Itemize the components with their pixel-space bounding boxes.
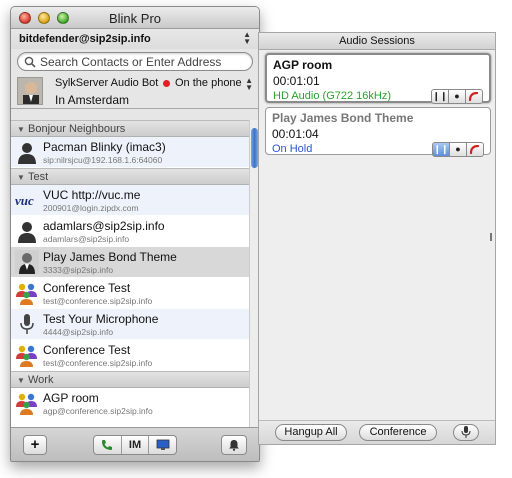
start-chat-button[interactable]: IM: [122, 436, 150, 454]
window-title: Blink Pro: [108, 11, 162, 26]
hangup-button[interactable]: [466, 142, 484, 157]
contact-row[interactable]: Pacman Blinky (imac3) sip:nilrsjcu@192.1…: [11, 137, 259, 168]
audio-sessions-toolbar: Hangup All Conference: [259, 420, 495, 444]
presence-status-select[interactable]: On the phone: [175, 77, 242, 89]
session-controls: ❙❙ ●: [432, 142, 484, 157]
mute-button[interactable]: [453, 424, 479, 441]
resize-grip-icon[interactable]: [490, 233, 492, 241]
conference-people-icon: [16, 345, 37, 367]
contact-name: Conference Test: [43, 281, 131, 295]
contact-list: ▼ Bonjour Neighbours Pacman Blinky (imac…: [11, 120, 259, 429]
status-dot-icon: [163, 80, 170, 87]
session-name: AGP room: [273, 58, 333, 72]
contact-name: Conference Test: [43, 343, 131, 357]
scroll-thumb[interactable]: [251, 128, 258, 168]
group-label: Test: [28, 171, 49, 183]
microphone-icon: [20, 314, 34, 334]
record-button[interactable]: ●: [449, 142, 467, 157]
phone-icon: [102, 440, 113, 450]
contact-address: test@conference.sip2sip.info: [43, 358, 153, 368]
avatar[interactable]: [17, 77, 43, 105]
blink-main-window: Blink Pro bitdefender@sip2sip.info ▲▼ Sy…: [10, 6, 260, 462]
screen-share-icon: [156, 439, 170, 450]
contact-name: VUC http://vuc.me: [43, 188, 141, 202]
updown-arrows-icon: ▲ ▼: [243, 30, 251, 46]
contact-address: 4444@sip2sip.info: [43, 327, 114, 337]
screen-sharing-button[interactable]: [149, 436, 176, 454]
hold-button[interactable]: ❙❙: [431, 89, 449, 104]
bottom-toolbar: + IM: [11, 427, 259, 461]
audio-sessions-panel: Audio Sessions AGP room 00:01:01 HD Audi…: [258, 32, 496, 445]
bell-icon: [229, 440, 239, 451]
add-contact-button[interactable]: +: [23, 435, 47, 455]
session-controls: ❙❙ ●: [431, 89, 483, 104]
contact-name: AGP room: [43, 391, 99, 405]
vuc-logo-icon: vuc: [15, 193, 34, 208]
notifications-button[interactable]: [221, 435, 247, 455]
hangup-phone-icon: [469, 144, 480, 155]
session-codec-status: HD Audio (G722 16kHz): [273, 90, 391, 102]
group-header-test[interactable]: ▼ Test: [11, 168, 259, 185]
hangup-phone-icon: [468, 91, 479, 102]
search-field[interactable]: [17, 52, 253, 71]
disclosure-triangle-icon[interactable]: ▼: [17, 173, 25, 182]
my-location[interactable]: In Amsterdam: [55, 93, 129, 107]
contact-name: Play James Bond Theme: [43, 250, 177, 264]
contact-address: agp@conference.sip2sip.info: [43, 406, 153, 416]
person-silhouette-icon: [18, 143, 36, 164]
audio-session-on-hold[interactable]: Play James Bond Theme 00:01:04 On Hold ❙…: [265, 107, 491, 157]
group-label: Work: [28, 374, 54, 386]
contact-row[interactable]: adamlars@sip2sip.info adamlars@sip2sip.i…: [11, 216, 259, 247]
contact-name: adamlars@sip2sip.info: [43, 219, 165, 233]
action-segmented-control: IM: [93, 435, 177, 455]
my-display-name[interactable]: SylkServer Audio Bot: [55, 77, 158, 89]
audio-session-active[interactable]: AGP room 00:01:01 HD Audio (G722 16kHz) …: [265, 53, 491, 104]
portrait-icon: [18, 78, 42, 104]
session-duration: 00:01:01: [273, 74, 320, 88]
disclosure-triangle-icon[interactable]: ▼: [17, 376, 25, 385]
updown-arrows-icon[interactable]: ▲ ▼: [245, 77, 253, 92]
contact-name: Pacman Blinky (imac3): [43, 140, 166, 154]
start-audio-call-button[interactable]: [94, 436, 122, 454]
contact-row[interactable]: Conference Test test@conference.sip2sip.…: [11, 278, 259, 309]
contact-name: Test Your Microphone: [43, 312, 159, 326]
contact-address: test@conference.sip2sip.info: [43, 296, 153, 306]
disclosure-triangle-icon[interactable]: ▼: [17, 125, 25, 134]
microphone-mute-icon: [461, 426, 471, 438]
audio-sessions-title: Audio Sessions: [259, 33, 495, 50]
contact-row[interactable]: Play James Bond Theme 3333@sip2sip.info: [11, 247, 259, 278]
contact-row[interactable]: Conference Test test@conference.sip2sip.…: [11, 340, 259, 371]
contact-address: adamlars@sip2sip.info: [43, 234, 130, 244]
hangup-all-button[interactable]: Hangup All: [275, 424, 347, 441]
group-label: Bonjour Neighbours: [28, 123, 126, 135]
hangup-button[interactable]: [465, 89, 483, 104]
session-hold-status: On Hold: [272, 143, 313, 155]
session-duration: 00:01:04: [272, 127, 319, 141]
search-bar: [11, 49, 259, 73]
svg-text:vuc: vuc: [15, 193, 34, 208]
search-icon: [24, 56, 36, 68]
james-bond-icon: [15, 250, 39, 274]
person-silhouette-icon: [18, 222, 36, 243]
contact-row[interactable]: AGP room agp@conference.sip2sip.info: [11, 388, 259, 419]
contact-address: sip:nilrsjcu@192.168.1.6:64060: [43, 155, 163, 165]
conference-people-icon: [16, 283, 37, 305]
contact-row[interactable]: Test Your Microphone 4444@sip2sip.info: [11, 309, 259, 340]
title-bar[interactable]: Blink Pro: [11, 7, 259, 29]
contact-row[interactable]: vuc VUC http://vuc.me 200901@login.zipdx…: [11, 185, 259, 216]
account-selector[interactable]: bitdefender@sip2sip.info ▲ ▼: [11, 29, 259, 49]
search-input[interactable]: [40, 54, 240, 69]
conference-button[interactable]: Conference: [359, 424, 437, 441]
contact-address: 3333@sip2sip.info: [43, 265, 114, 275]
group-header-work[interactable]: ▼ Work: [11, 371, 259, 388]
hold-button[interactable]: ❙❙: [432, 142, 450, 157]
group-header-bonjour[interactable]: ▼ Bonjour Neighbours: [11, 120, 259, 137]
record-button[interactable]: ●: [448, 89, 466, 104]
account-label: bitdefender@sip2sip.info: [19, 33, 151, 45]
conference-people-icon: [16, 393, 37, 415]
my-presence-row: SylkServer Audio Bot On the phone ▲ ▼ In …: [11, 73, 259, 109]
contact-address: 200901@login.zipdx.com: [43, 203, 139, 213]
session-name: Play James Bond Theme: [272, 111, 414, 125]
